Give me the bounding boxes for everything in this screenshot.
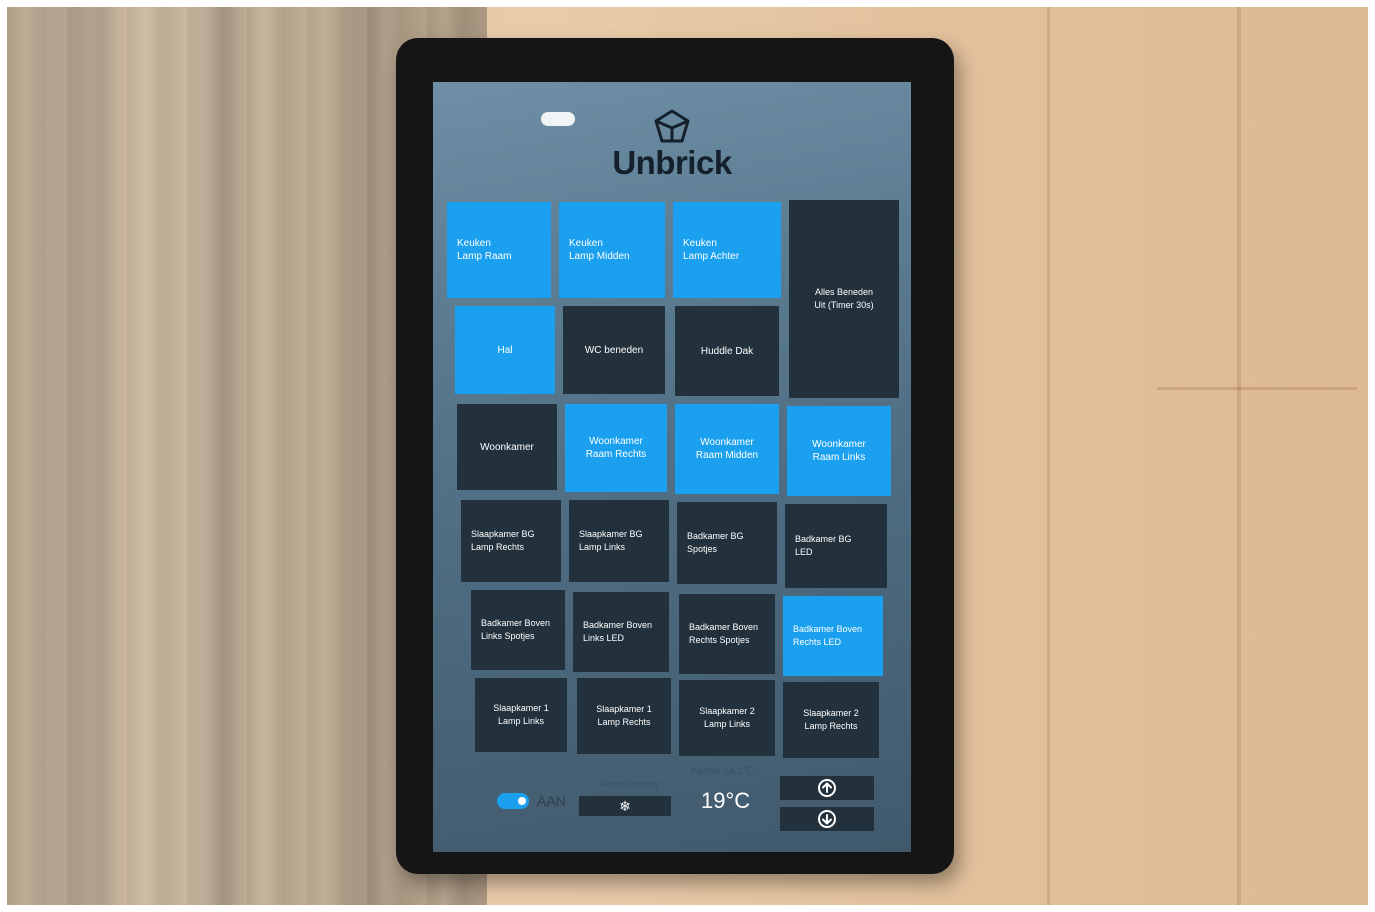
tile-label-line2: Lamp Rechts: [804, 721, 858, 731]
tile-badkamer-boven-rechts-led[interactable]: Badkamer Boven Rechts LED: [783, 596, 883, 676]
snowflake-icon: ❄: [619, 798, 631, 814]
tile-label-line2: LED: [795, 547, 813, 557]
tile-slaapkamer-2-lamp-links[interactable]: Slaapkamer 2 Lamp Links: [679, 680, 775, 756]
tile-label-line2: Lamp Links: [703, 719, 751, 729]
tile-label-line2: Spotjes: [687, 544, 718, 554]
tile-label-line1: Keuken: [569, 238, 603, 249]
setpoint-temperature: 19°C: [701, 788, 751, 813]
tile-label-line1: Huddle Dak: [700, 345, 754, 357]
tile-label-line2: Rechts LED: [793, 637, 842, 647]
tile-label-line2: Lamp Links: [497, 716, 545, 726]
tile-label-line2: Lamp Achter: [683, 251, 740, 262]
tile-label-line2: Lamp Rechts: [471, 542, 525, 552]
brand-name: Unbrick: [612, 144, 732, 181]
tile-badkamer-boven-links-led[interactable]: Badkamer Boven Links LED: [573, 592, 669, 672]
tile-slaapkamer-bg-lamp-rechts[interactable]: Slaapkamer BG Lamp Rechts: [461, 500, 561, 582]
tile-huddle-dak[interactable]: Huddle Dak: [675, 306, 779, 396]
tile-label-line1: Badkamer Boven: [583, 620, 653, 630]
power-toggle-label: AAN: [537, 793, 566, 809]
tile-label-line2: Rechts Spotjes: [689, 635, 750, 645]
tile-badkamer-boven-links-spotjes[interactable]: Badkamer Boven Links Spotjes: [471, 590, 565, 670]
tile-label-line2: Links Spotjes: [481, 631, 535, 641]
tile-label-line2: Lamp Links: [579, 542, 626, 552]
tile-label-line1: Slaapkamer BG: [579, 529, 643, 539]
tile-keuken-lamp-midden[interactable]: Keuken Lamp Midden: [559, 202, 665, 298]
airco-mode-button[interactable]: ❄: [579, 796, 671, 816]
tile-keuken-lamp-achter[interactable]: Keuken Lamp Achter: [673, 202, 781, 298]
tile-alles-beneden-uit[interactable]: Alles Beneden Uit (Timer 30s): [789, 200, 899, 398]
tile-slaapkamer-bg-lamp-links[interactable]: Slaapkamer BG Lamp Links: [569, 500, 669, 582]
tile-badkamer-bg-led[interactable]: Badkamer BG LED: [785, 504, 887, 588]
wood-grain-line: [1047, 7, 1050, 905]
tile-label-line1: Alles Beneden: [814, 287, 874, 297]
tile-woonkamer-raam-midden[interactable]: Woonkamer Raam Midden: [675, 404, 779, 494]
tile-label-line2: Uit (Timer 30s): [814, 300, 874, 310]
tile-hal[interactable]: Hal: [455, 306, 555, 394]
arrow-up-circle-icon: [818, 779, 836, 797]
tile-label-line1: Woonkamer: [812, 439, 866, 450]
tile-badkamer-bg-spotjes[interactable]: Badkamer BG Spotjes: [677, 502, 777, 584]
power-toggle[interactable]: [497, 793, 529, 809]
tile-label-line2: Raam Links: [812, 452, 866, 463]
light-reflection: [541, 112, 575, 126]
tile-woonkamer-raam-links[interactable]: Woonkamer Raam Links: [787, 406, 891, 496]
tile-woonkamer-raam-rechts[interactable]: Woonkamer Raam Rechts: [565, 404, 667, 492]
wood-grain-line: [1237, 7, 1241, 905]
tile-label-line1: Woonkamer: [480, 441, 534, 453]
curtain-fold: [187, 7, 257, 905]
tile-label-line1: Slaapkamer 1: [493, 703, 549, 713]
tile-label-line2: Lamp Rechts: [597, 717, 651, 727]
tile-label-line2: Lamp Midden: [569, 251, 630, 262]
tile-slaapkamer-2-lamp-rechts[interactable]: Slaapkamer 2 Lamp Rechts: [783, 682, 879, 758]
tile-slaapkamer-1-lamp-links[interactable]: Slaapkamer 1 Lamp Links: [475, 678, 567, 752]
tile-label-line1: Woonkamer: [589, 436, 643, 447]
tile-label-line1: Badkamer Boven: [793, 624, 863, 634]
tile-label-line1: Slaapkamer 1: [596, 704, 652, 714]
tile-label-line2: Raam Midden: [695, 450, 759, 461]
tile-label-line2: Lamp Raam: [457, 251, 512, 262]
curtain-fold: [47, 7, 117, 905]
tile-label-line1: Keuken: [683, 238, 717, 249]
tile-badkamer-boven-rechts-spotjes[interactable]: Badkamer Boven Rechts Spotjes: [679, 594, 775, 674]
tile-label-line1: Badkamer Boven: [481, 618, 551, 628]
tile-label-line1: Keuken: [457, 238, 491, 249]
room-temperature: Kamer 24,1°C: [691, 766, 754, 777]
tile-label-line1: Hal: [497, 344, 513, 356]
temp-up-button[interactable]: [780, 776, 874, 800]
tile-keuken-lamp-raam[interactable]: Keuken Lamp Raam: [447, 202, 551, 298]
tile-label-line2: Raam Rechts: [585, 449, 647, 460]
mode-label: Airconditioning: [599, 779, 659, 789]
wood-grain-line: [1157, 387, 1357, 390]
tile-label-line1: Slaapkamer 2: [699, 706, 755, 716]
cube-icon: [654, 109, 690, 143]
tile-woonkamer[interactable]: Woonkamer: [457, 404, 557, 490]
arrow-down-circle-icon: [818, 810, 836, 828]
tile-label-line1: Slaapkamer BG: [471, 529, 535, 539]
tablet-screen: Unbrick Keuken Lamp Raam Keuken Lamp Mid…: [433, 82, 911, 852]
tile-label-line1: Slaapkamer 2: [803, 708, 859, 718]
tile-label-line1: Badkamer BG: [687, 531, 744, 541]
tile-label-line1: WC beneden: [584, 344, 644, 356]
tile-label-line1: Woonkamer: [700, 437, 754, 448]
tile-label-line1: Badkamer BG: [795, 534, 852, 544]
tile-label-line2: Links LED: [583, 633, 625, 643]
tile-slaapkamer-1-lamp-rechts[interactable]: Slaapkamer 1 Lamp Rechts: [577, 678, 671, 754]
tile-wc-beneden[interactable]: WC beneden: [563, 306, 665, 394]
temp-down-button[interactable]: [780, 807, 874, 831]
tile-label-line1: Badkamer Boven: [689, 622, 759, 632]
